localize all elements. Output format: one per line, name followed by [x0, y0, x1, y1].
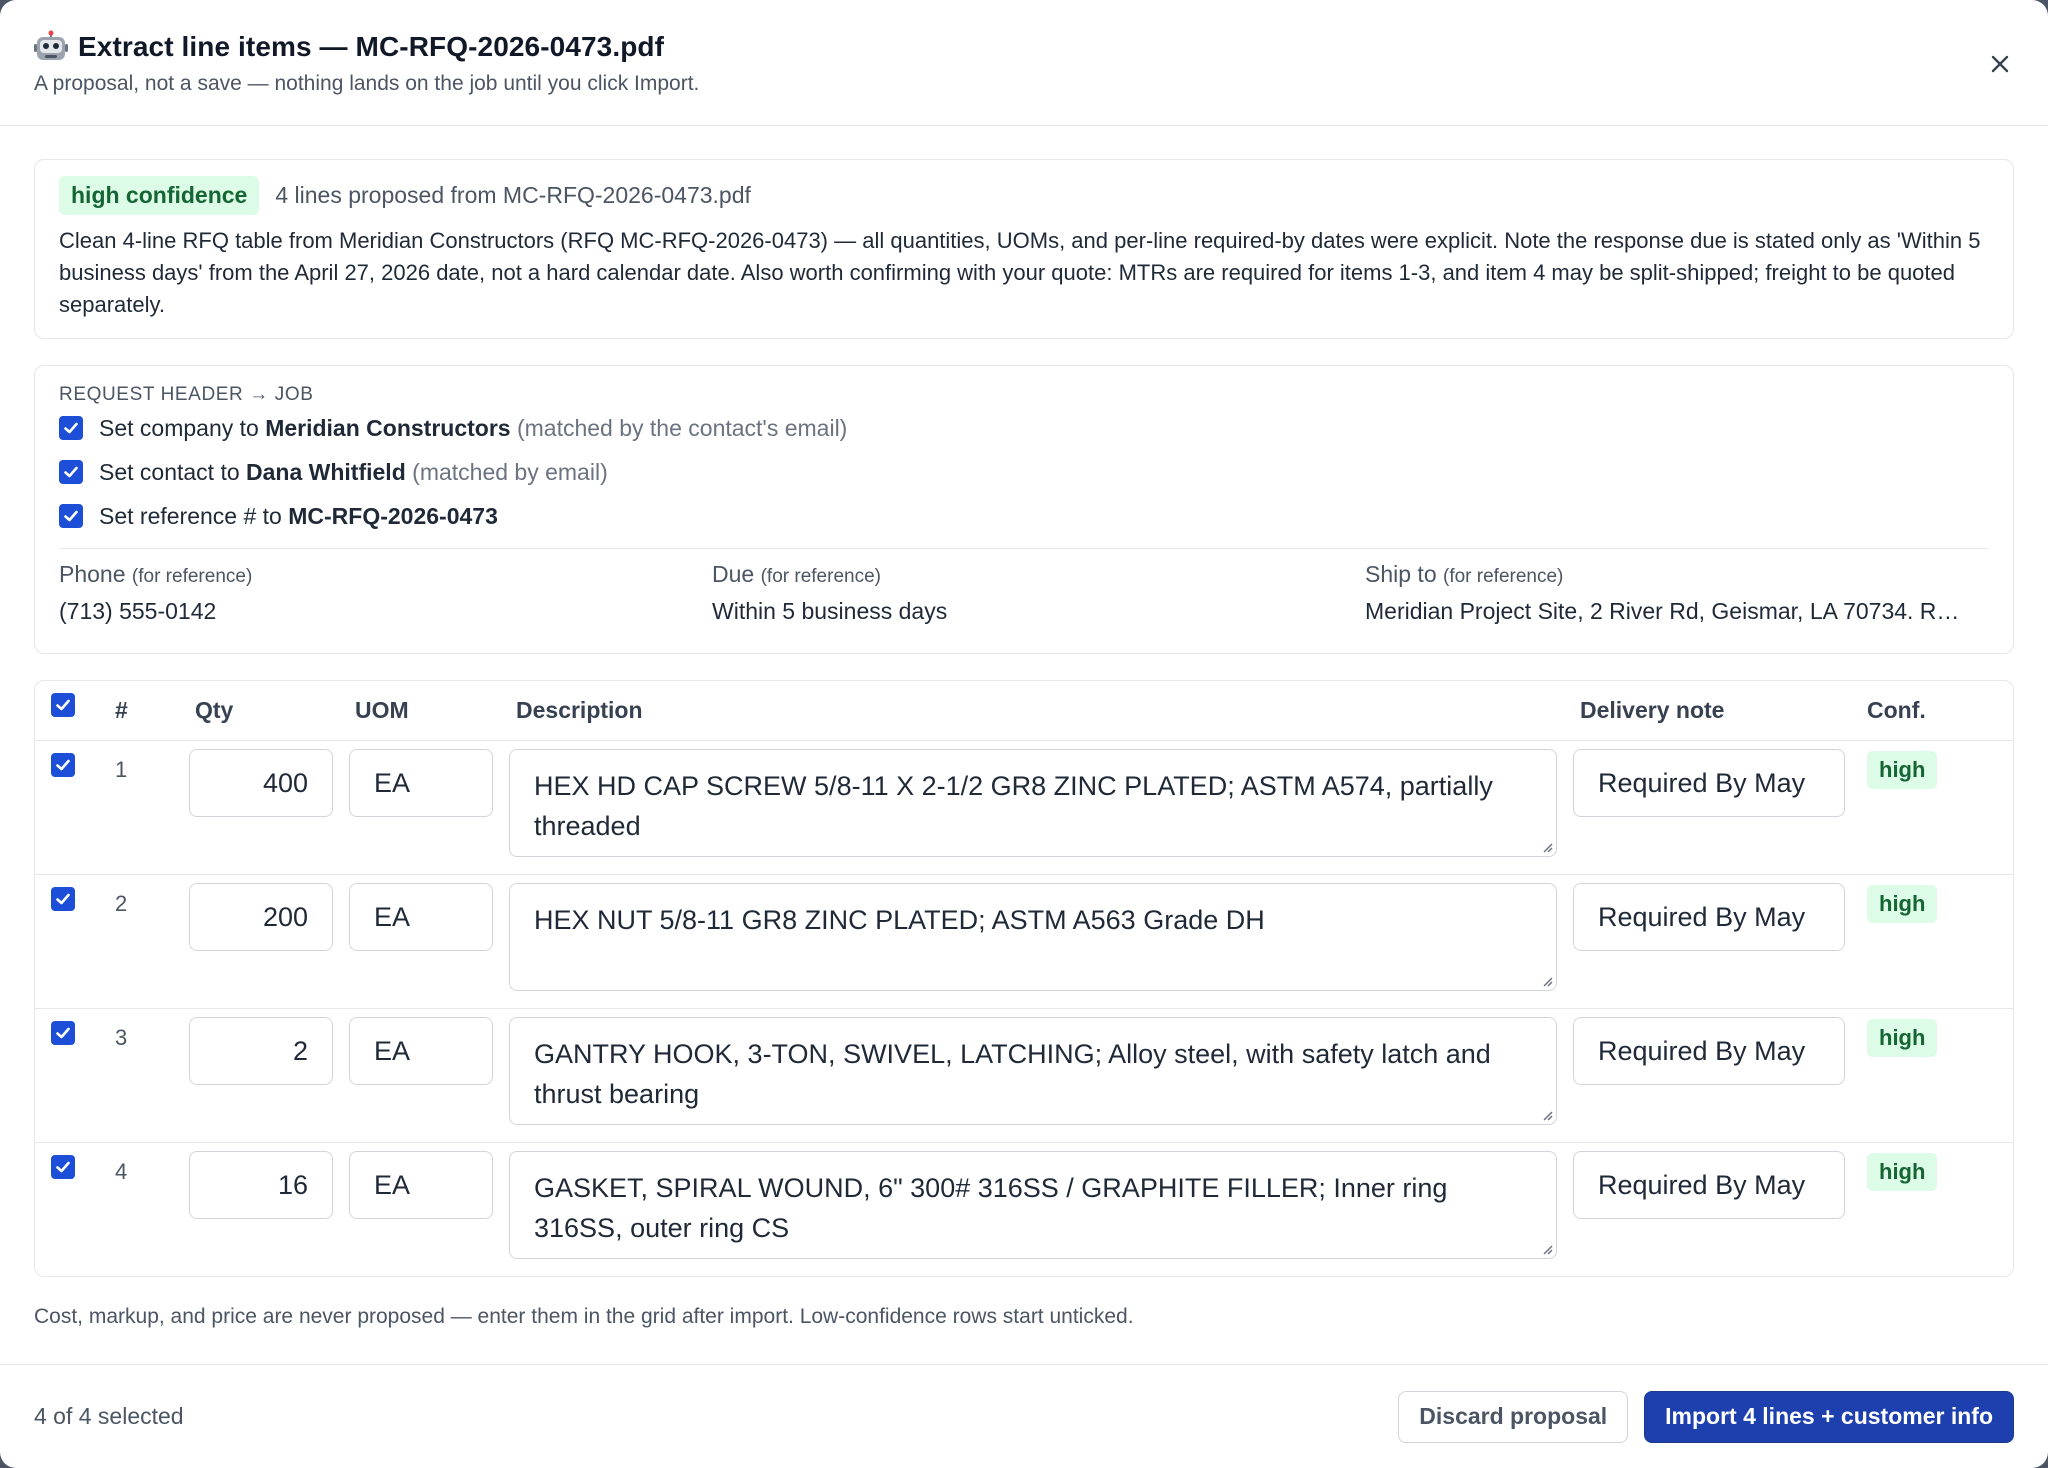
qty-input[interactable]: 400	[189, 749, 333, 817]
set-contact-checkbox[interactable]	[59, 460, 83, 484]
row-number: 2	[115, 891, 128, 916]
description-text: GANTRY HOOK, 3-TON, SWIVEL, LATCHING; Al…	[534, 1039, 1491, 1109]
resize-grip-icon[interactable]	[1539, 839, 1553, 853]
set-reference-checkbox[interactable]	[59, 504, 83, 528]
checkmark-icon	[64, 466, 78, 478]
set-contact-row[interactable]: Set contact to Dana Whitfield (matched b…	[59, 450, 1989, 494]
uom-input[interactable]: EA	[349, 883, 493, 951]
confidence-badge: high	[1867, 1019, 1938, 1057]
request-header-card: REQUEST HEADER → JOB Set company to Meri…	[34, 365, 2014, 654]
resize-grip-icon[interactable]	[1539, 973, 1553, 987]
confidence-badge: high	[1867, 1153, 1938, 1191]
dialog-footer: 4 of 4 selected Discard proposal Import …	[0, 1364, 2048, 1468]
selected-count: 4 of 4 selected	[34, 1403, 184, 1429]
checkmark-icon	[56, 893, 70, 905]
row-checkbox[interactable]	[51, 1155, 75, 1179]
description-textarea[interactable]: HEX HD CAP SCREW 5/8-11 X 2-1/2 GR8 ZINC…	[509, 749, 1557, 857]
row-checkbox[interactable]	[51, 753, 75, 777]
qty-input[interactable]: 200	[189, 883, 333, 951]
set-company-checkbox[interactable]	[59, 416, 83, 440]
table-row: 3 2 EA GANTRY HOOK, 3-TON, SWIVEL, LATCH…	[35, 1009, 2013, 1143]
qty-input[interactable]: 16	[189, 1151, 333, 1219]
row-number: 1	[115, 757, 128, 782]
import-button[interactable]: Import 4 lines + customer info	[1644, 1390, 2014, 1443]
description-text: HEX HD CAP SCREW 5/8-11 X 2-1/2 GR8 ZINC…	[534, 771, 1493, 841]
phone-value: (713) 555-0142	[59, 598, 217, 624]
resize-grip-icon[interactable]	[1539, 1107, 1553, 1121]
uom-input[interactable]: EA	[349, 1151, 493, 1219]
set-contact-text: Set contact to Dana Whitfield (matched b…	[99, 458, 608, 485]
delivery-note-input[interactable]: Required By May	[1573, 883, 1845, 951]
resize-grip-icon[interactable]	[1539, 1241, 1553, 1255]
description-textarea[interactable]: GASKET, SPIRAL WOUND, 6" 300# 316SS / GR…	[509, 1151, 1557, 1259]
col-num: #	[115, 697, 128, 723]
checkmark-icon	[56, 699, 70, 711]
ship-to-value: Meridian Project Site, 2 River Rd, Geism…	[1365, 598, 1960, 624]
row-number: 3	[115, 1025, 128, 1050]
close-button[interactable]	[1982, 46, 2018, 82]
col-uom: UOM	[355, 697, 409, 723]
due-value: Within 5 business days	[712, 598, 948, 624]
uom-input[interactable]: EA	[349, 1017, 493, 1085]
dialog-body: high confidence 4 lines proposed from MC…	[0, 126, 2048, 1329]
row-checkbox[interactable]	[51, 1021, 75, 1045]
qty-input[interactable]: 2	[189, 1017, 333, 1085]
confidence-badge: high	[1867, 885, 1938, 923]
summary-card: high confidence 4 lines proposed from MC…	[34, 159, 2014, 339]
description-textarea[interactable]: HEX NUT 5/8-11 GR8 ZINC PLATED; ASTM A56…	[509, 883, 1557, 991]
discard-proposal-button[interactable]: Discard proposal	[1398, 1390, 1629, 1443]
table-row: 2 200 EA HEX NUT 5/8-11 GR8 ZINC PLATED;…	[35, 875, 2013, 1009]
section-label: REQUEST HEADER → JOB	[59, 384, 314, 405]
dialog-subtitle: A proposal, not a save — nothing lands o…	[34, 72, 700, 95]
set-reference-row[interactable]: Set reference # to MC-RFQ-2026-0473	[59, 494, 1989, 538]
line-items-table: # Qty UOM Description Delivery note Conf…	[34, 680, 2014, 1277]
footnote: Cost, markup, and price are never propos…	[34, 1305, 1134, 1328]
reference-number: MC-RFQ-2026-0473	[288, 502, 498, 529]
company-name: Meridian Constructors	[265, 414, 511, 441]
col-description: Description	[516, 697, 643, 723]
ship-to-ref: Ship to (for reference) Meridian Project…	[1365, 561, 1989, 625]
row-checkbox[interactable]	[51, 887, 75, 911]
delivery-note-input[interactable]: Required By May	[1573, 1151, 1845, 1219]
confidence-badge: high	[1867, 751, 1938, 789]
delivery-note-input[interactable]: Required By May	[1573, 749, 1845, 817]
description-text: GASKET, SPIRAL WOUND, 6" 300# 316SS / GR…	[534, 1173, 1448, 1243]
col-delivery-note: Delivery note	[1580, 697, 1725, 723]
dialog-header: Extract line items — MC-RFQ-2026-0473.pd…	[0, 0, 2048, 126]
set-company-text: Set company to Meridian Constructors (ma…	[99, 414, 848, 441]
col-conf: Conf.	[1867, 697, 1926, 723]
summary-meta: 4 lines proposed from MC-RFQ-2026-0473.p…	[275, 182, 751, 208]
confidence-badge: high confidence	[59, 176, 260, 215]
select-all-checkbox[interactable]	[51, 693, 75, 717]
row-number: 4	[115, 1159, 128, 1184]
checkmark-icon	[56, 759, 70, 771]
col-qty: Qty	[195, 697, 234, 723]
footer-actions: Discard proposal Import 4 lines + custom…	[1398, 1390, 2014, 1443]
uom-input[interactable]: EA	[349, 749, 493, 817]
robot-icon	[34, 30, 68, 64]
checkmark-icon	[56, 1161, 70, 1173]
delivery-note-input[interactable]: Required By May	[1573, 1017, 1845, 1085]
extract-dialog: Extract line items — MC-RFQ-2026-0473.pd…	[0, 0, 2048, 1468]
summary-text: Clean 4-line RFQ table from Meridian Con…	[59, 228, 1981, 317]
dialog-title: Extract line items — MC-RFQ-2026-0473.pd…	[78, 31, 665, 62]
due-ref: Due (for reference) Within 5 business da…	[712, 561, 1365, 625]
set-company-row[interactable]: Set company to Meridian Constructors (ma…	[59, 406, 1989, 450]
reference-fields: Phone (for reference) (713) 555-0142 Due…	[59, 549, 1989, 625]
set-reference-text: Set reference # to MC-RFQ-2026-0473	[99, 502, 498, 529]
table-row: 1 400 EA HEX HD CAP SCREW 5/8-11 X 2-1/2…	[35, 741, 2013, 875]
table-row: 4 16 EA GASKET, SPIRAL WOUND, 6" 300# 31…	[35, 1143, 2013, 1277]
checkmark-icon	[64, 510, 78, 522]
description-textarea[interactable]: GANTRY HOOK, 3-TON, SWIVEL, LATCHING; Al…	[509, 1017, 1557, 1125]
phone-ref: Phone (for reference) (713) 555-0142	[59, 561, 712, 625]
checkmark-icon	[56, 1027, 70, 1039]
table-header: # Qty UOM Description Delivery note Conf…	[35, 681, 2013, 741]
description-text: HEX NUT 5/8-11 GR8 ZINC PLATED; ASTM A56…	[534, 905, 1265, 935]
close-icon	[1991, 55, 2009, 73]
checkmark-icon	[64, 422, 78, 434]
title-row: Extract line items — MC-RFQ-2026-0473.pd…	[34, 30, 2014, 64]
contact-name: Dana Whitfield	[246, 458, 406, 485]
